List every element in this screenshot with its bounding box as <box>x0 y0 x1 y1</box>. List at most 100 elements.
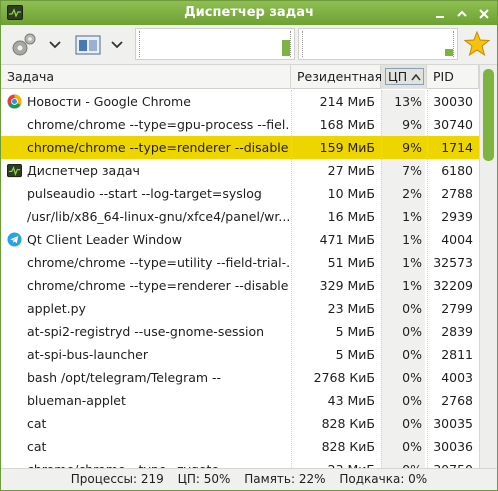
status-processes: Процессы: 219 <box>70 472 164 486</box>
minimize-button[interactable] <box>431 4 449 22</box>
process-pid: 4004 <box>441 232 473 247</box>
process-name: cat <box>27 416 47 431</box>
process-name: Новости - Google Chrome <box>27 94 191 109</box>
column-resident[interactable]: Резидентная <box>291 65 382 89</box>
table-row[interactable]: Диспетчер задач 27 МиБ 7% 6180 <box>1 159 479 182</box>
process-name: Qt Client Leader Window <box>27 232 182 247</box>
toolbar <box>1 25 497 65</box>
process-memory: 329 МиБ <box>319 278 375 293</box>
process-name: applet.py <box>27 301 86 316</box>
process-name: Диспетчер задач <box>27 163 140 178</box>
table-row[interactable]: at-spi2-registryd --use-gnome-session 5 … <box>1 320 479 343</box>
minimize-icon <box>436 16 444 18</box>
process-memory: 16 МиБ <box>327 209 375 224</box>
process-memory: 471 МиБ <box>319 232 375 247</box>
table-row[interactable]: applet.py 23 МиБ 0% 2799 <box>1 297 479 320</box>
settings-menu-button[interactable] <box>7 29 67 61</box>
status-memory: Память: 22% <box>244 472 326 486</box>
process-pid: 30750 <box>427 458 479 468</box>
process-cpu: 9% <box>381 113 425 136</box>
process-memory: 828 КиБ <box>321 439 375 454</box>
process-cpu: 13% <box>381 90 425 113</box>
process-cpu: 9% <box>381 136 425 159</box>
maximize-icon <box>457 10 467 17</box>
process-name: chrome/chrome --type=renderer --disable.… <box>27 140 289 155</box>
process-name: at-spi-bus-launcher <box>27 347 148 362</box>
process-pid: 6180 <box>441 163 473 178</box>
process-cpu: 1% <box>381 251 425 274</box>
column-cpu-label: ЦП <box>388 69 408 84</box>
column-task[interactable]: Задача <box>1 65 291 89</box>
process-cpu: 2% <box>381 182 425 205</box>
process-memory: 43 МиБ <box>327 393 375 408</box>
table-row[interactable]: blueman-applet 43 МиБ 0% 2768 <box>1 389 479 412</box>
process-pid: 1714 <box>441 140 473 155</box>
table-row[interactable]: pulseaudio --start --log-target=syslog 1… <box>1 182 479 205</box>
column-cpu-box: ЦП <box>385 68 425 85</box>
cpu-usage-graph <box>135 28 295 60</box>
column-cpu[interactable]: ЦП <box>381 65 427 89</box>
table-row[interactable]: /usr/lib/x86_64-linux-gnu/xfce4/panel/wr… <box>1 205 479 228</box>
process-memory: 51 МиБ <box>327 255 375 270</box>
process-cpu: 0% <box>381 458 425 468</box>
column-divider <box>291 90 292 468</box>
favorite-button[interactable] <box>463 29 491 61</box>
process-memory: 23 МиБ <box>327 301 375 316</box>
process-memory: 5 МиБ <box>335 324 375 339</box>
table-row[interactable]: chrome/chrome --type=utility --field-tri… <box>1 251 479 274</box>
vertical-scrollbar[interactable] <box>479 65 497 468</box>
process-pid: 30740 <box>433 117 473 132</box>
process-name: cat <box>27 439 47 454</box>
process-pid: 30030 <box>433 94 473 109</box>
process-cpu: 0% <box>381 366 425 389</box>
sort-ascending-icon <box>411 73 421 81</box>
process-pid: 32209 <box>433 278 473 293</box>
process-name: chrome/chrome --type=zygote <box>27 458 289 468</box>
close-button[interactable] <box>475 4 493 22</box>
process-memory: 828 КиБ <box>321 416 375 431</box>
graph-grid <box>302 31 454 57</box>
graph-grid <box>139 31 291 57</box>
process-name: at-spi2-registryd --use-gnome-session <box>27 324 265 339</box>
table-row[interactable]: cat 828 КиБ 0% 30036 <box>1 435 479 458</box>
window-title: Диспетчер задач <box>184 5 314 20</box>
process-pid: 32573 <box>433 255 473 270</box>
table-row[interactable]: Qt Client Leader Window 471 МиБ 1% 4004 <box>1 228 479 251</box>
table-row[interactable]: chrome/chrome --type=renderer --disable.… <box>1 274 479 297</box>
cpu-graph-bar <box>282 40 290 56</box>
table-row[interactable]: bash /opt/telegram/Telegram -- 2768 КиБ … <box>1 366 479 389</box>
process-name: pulseaudio --start --log-target=syslog <box>27 186 262 201</box>
table-row-selected[interactable]: chrome/chrome --type=renderer --disable.… <box>1 136 479 159</box>
table-row[interactable]: chrome/chrome --type=zygote 23 МиБ 0% 30… <box>1 458 479 468</box>
process-pid: 2768 <box>441 393 473 408</box>
table-row[interactable]: Новости - Google Chrome 214 МиБ 13% 3003… <box>1 90 479 113</box>
process-cpu: 1% <box>381 274 425 297</box>
process-name: chrome/chrome --type=renderer --disable.… <box>27 278 289 293</box>
process-cpu: 1% <box>381 228 425 251</box>
table-row[interactable]: at-spi-bus-launcher 5 МиБ 0% 2811 <box>1 343 479 366</box>
process-memory: 168 МиБ <box>319 117 375 132</box>
table-row[interactable]: chrome/chrome --type=gpu-process --fiel.… <box>1 113 479 136</box>
process-pid: 2788 <box>441 186 473 201</box>
column-divider <box>427 90 428 468</box>
process-name: bash /opt/telegram/Telegram -- <box>27 370 222 385</box>
process-memory: 2768 КиБ <box>313 370 375 385</box>
scrollbar-thumb[interactable] <box>483 69 494 161</box>
table-row[interactable]: cat 828 КиБ 0% 30035 <box>1 412 479 435</box>
process-pid: 4003 <box>441 370 473 385</box>
process-memory: 10 МиБ <box>327 186 375 201</box>
process-cpu: 7% <box>381 159 425 182</box>
close-icon <box>479 9 489 19</box>
column-pid[interactable]: PID <box>427 65 479 89</box>
column-header: Задача Резидентная ЦП PID <box>1 65 479 89</box>
maximize-button[interactable] <box>453 4 471 22</box>
telegram-icon <box>7 232 22 247</box>
title-bar[interactable]: Диспетчер задач <box>1 1 497 25</box>
process-pid: 2799 <box>441 301 473 316</box>
process-pid: 30035 <box>433 416 473 431</box>
process-pid: 2839 <box>441 324 473 339</box>
memory-usage-graph <box>298 28 458 60</box>
process-pid: 2939 <box>441 209 473 224</box>
view-menu-button[interactable] <box>73 29 133 61</box>
process-cpu: 0% <box>381 435 425 458</box>
